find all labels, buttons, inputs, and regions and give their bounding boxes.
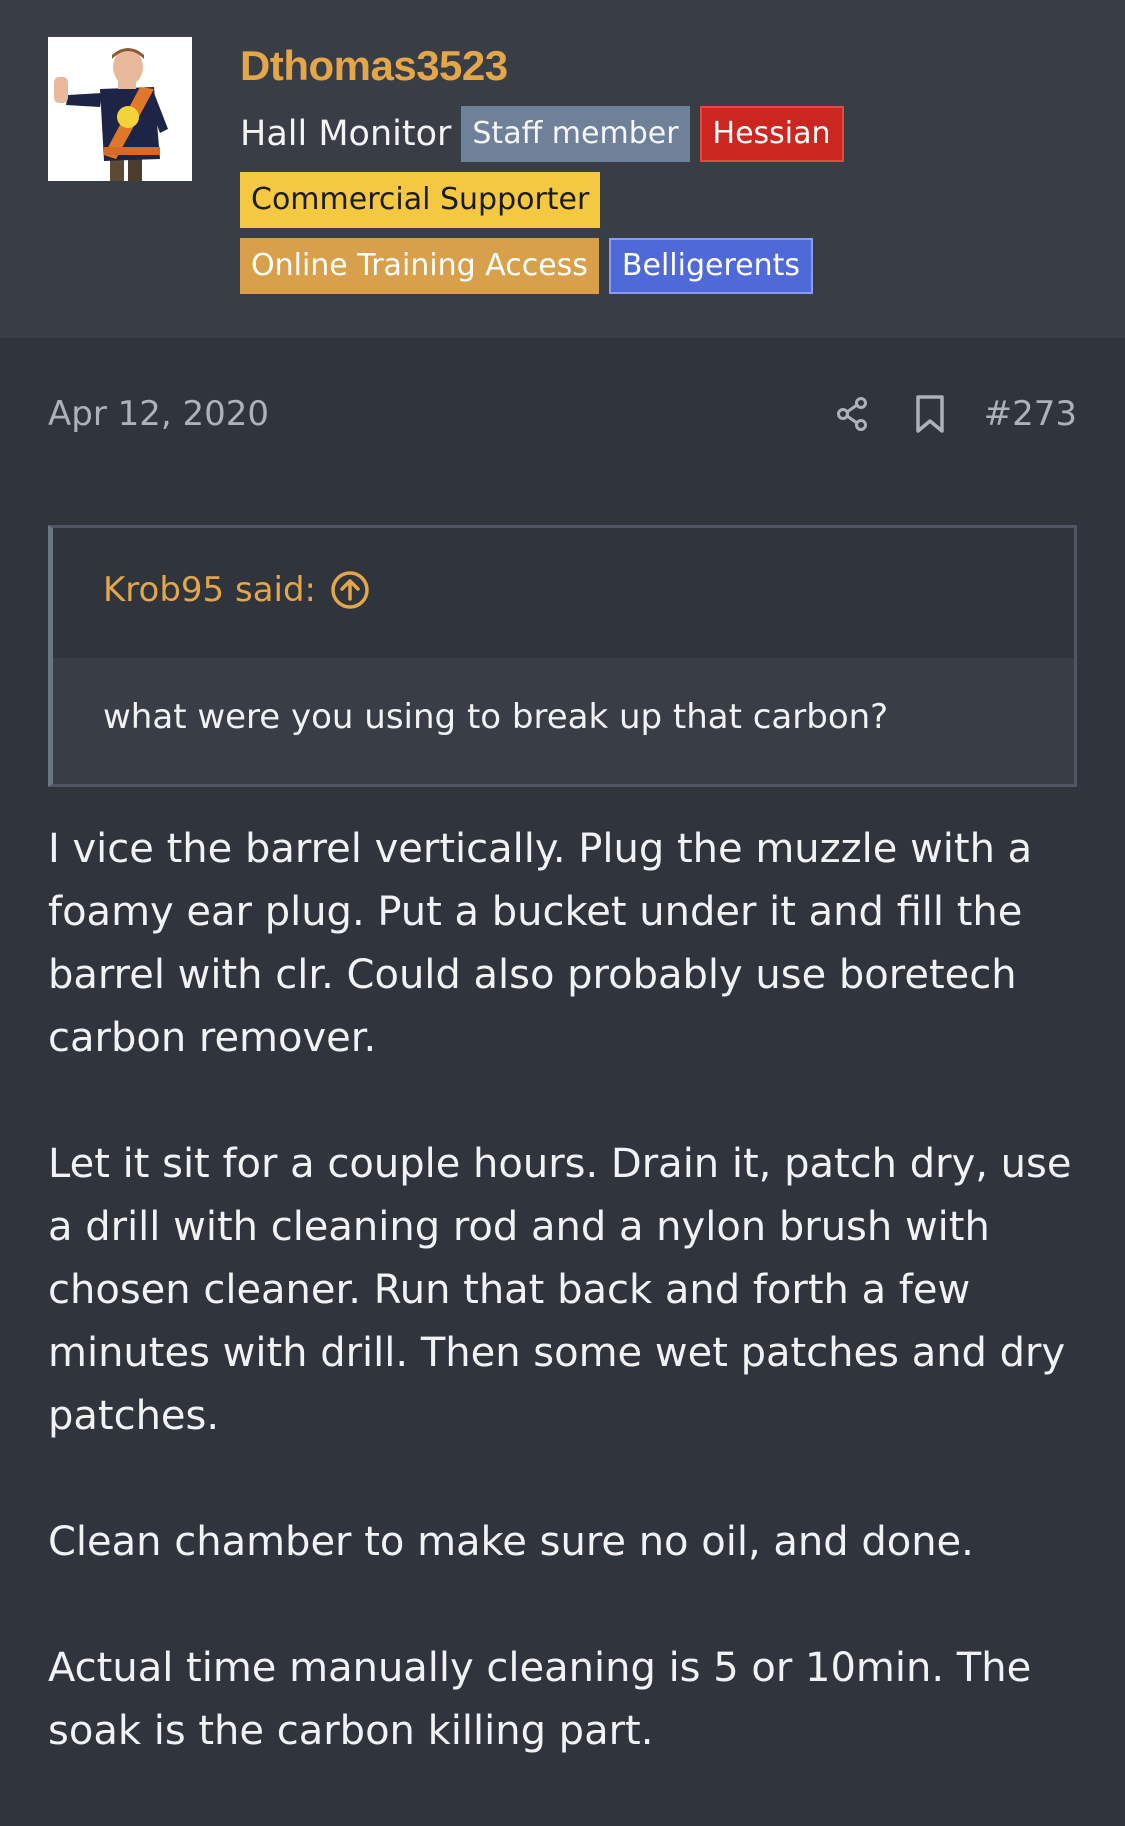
badge-hessian: Hessian <box>699 106 844 162</box>
post-paragraph: Clean chamber to make sure no oil, and d… <box>48 1519 974 1565</box>
avatar-image <box>48 37 192 181</box>
share-button[interactable] <box>828 388 876 440</box>
post-paragraph: Let it sit for a couple hours. Drain it,… <box>48 1141 1072 1439</box>
badge-staff-member: Staff member <box>461 106 690 162</box>
bookmark-button[interactable] <box>906 388 954 440</box>
quote-author[interactable]: Krob95 said: <box>103 568 316 612</box>
post-body: I vice the barrel vertically. Plug the m… <box>48 818 1088 1826</box>
post-number[interactable]: #273 <box>984 388 1077 440</box>
post-date[interactable]: Apr 12, 2020 <box>48 388 269 440</box>
user-header: Dthomas3523 Hall Monitor Staff member He… <box>0 0 1125 338</box>
post-paragraph: I vice the barrel vertically. Plug the m… <box>48 826 1033 1061</box>
user-badges: Hall Monitor Staff member Hessian Commer… <box>240 106 960 294</box>
post-actions: #273 <box>828 388 1077 440</box>
arrow-up-circle-icon <box>331 571 369 609</box>
badge-commercial-supporter: Commercial Supporter <box>240 172 601 228</box>
share-icon <box>836 397 867 431</box>
bookmark-icon <box>915 395 944 433</box>
badge-belligerents: Belligerents <box>608 238 814 294</box>
username[interactable]: Dthomas3523 <box>240 38 1060 94</box>
user-title: Hall Monitor <box>240 114 452 154</box>
user-info: Dthomas3523 Hall Monitor Staff member He… <box>240 38 1060 294</box>
quote-text: what were you using to break up that car… <box>53 658 1074 784</box>
post-meta: Apr 12, 2020 #273 <box>48 388 1077 440</box>
post-paragraph: Actual time manually cleaning is 5 or 10… <box>48 1645 1032 1754</box>
quote-block: Krob95 said: what were you using to brea… <box>48 525 1077 787</box>
avatar[interactable] <box>48 37 192 181</box>
badge-online-training-access: Online Training Access <box>240 238 599 294</box>
quote-jump-button[interactable] <box>330 568 370 612</box>
quote-header: Krob95 said: <box>53 528 1074 658</box>
